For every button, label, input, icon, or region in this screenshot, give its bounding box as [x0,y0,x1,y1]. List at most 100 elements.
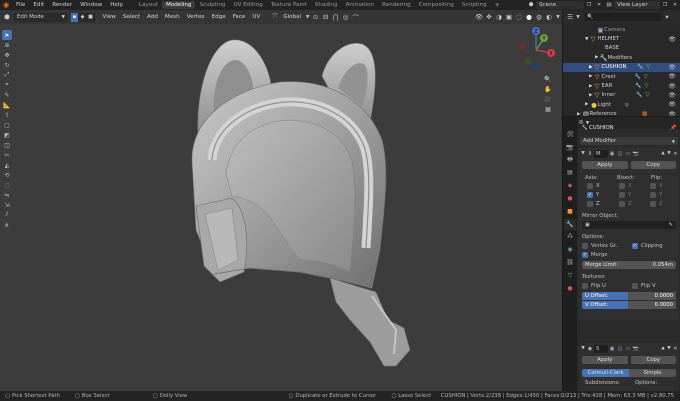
chevron-down-icon[interactable]: ▼ [585,37,588,42]
flip-y-checkbox[interactable] [650,192,656,198]
eye-icon[interactable]: 👁 [668,101,676,108]
menu-select[interactable]: Select [119,14,143,20]
inset-tool-icon[interactable]: ▢ [2,120,12,130]
camera-view-icon[interactable]: 🎥 [543,94,553,104]
eye-icon[interactable]: 👁 [668,92,676,99]
magnet-icon[interactable]: ⋂ [331,12,341,22]
shading-material-icon[interactable]: ◍ [534,12,544,22]
mirror-name-field[interactable]: M [594,149,608,158]
outliner-row-helmet[interactable]: ▼ ▽ HELMET 👁 [563,34,680,43]
view-layer-selector[interactable]: View Layer [614,1,660,9]
menu-view[interactable]: View [99,14,119,20]
subsurf-apply-button[interactable]: Apply [582,356,628,364]
xray-icon[interactable]: ▣ [504,12,514,22]
chevron-right-icon[interactable]: ▶ [589,84,592,89]
menu-mesh[interactable]: Mesh [161,14,183,20]
viewport-toggle-icon[interactable]: ▭ [624,344,632,354]
zoom-icon[interactable]: 🔍 [543,74,553,84]
grid-icon[interactable]: ▦ [543,104,553,114]
menu-vertex[interactable]: Vertex [183,14,208,20]
move-tool-icon[interactable]: ✥ [2,50,12,60]
outliner-row-inner[interactable]: ▶ ▽ Inner 🔧 ▽ 👁 [563,91,680,100]
axis-z-checkbox[interactable] [587,201,593,207]
bisect-z-checkbox[interactable] [619,201,625,207]
pivot-point-icon[interactable]: ⊙ [311,12,321,22]
tab-layout[interactable]: Layout [135,1,162,9]
scale-tool-icon[interactable]: ⤢ [2,70,12,80]
flip-z-checkbox[interactable] [650,201,656,207]
view-layer-tab-icon[interactable]: ▤ [564,167,576,178]
select-tool-icon[interactable]: ➤ [2,30,12,40]
chevron-right-icon[interactable]: ▶ [589,93,592,98]
falloff-icon[interactable]: ⌒ [351,12,361,22]
chevron-right-icon[interactable]: ▶ [589,74,592,79]
tool-tab-icon[interactable]: 🛠 [564,129,576,140]
flip-x-checkbox[interactable] [650,183,656,189]
eyedropper-icon[interactable]: ✎ [669,222,673,228]
eye-icon[interactable]: 👁 [668,36,676,43]
tab-rendering[interactable]: Rendering [378,1,415,9]
helmet-model[interactable] [0,10,562,391]
delete-view-layer-icon[interactable]: ✕ [670,0,680,10]
rip-tool-icon[interactable]: ⋔ [2,220,12,230]
proportional-edit-icon[interactable]: ◎ [341,12,351,22]
merge-limit-field[interactable]: Merge Limit: 0.054m [582,261,676,269]
gizmo-toggle-icon[interactable]: ✥ [484,12,494,22]
outliner-editor-icon[interactable]: ☰ [565,12,575,22]
outliner-row-modifiers[interactable]: ▶ 🔧 Modifiers [563,53,680,62]
vertex-select-icon[interactable]: ▪ [71,12,79,22]
clipping-checkbox[interactable]: ✓ [632,243,638,249]
outliner-row-cushion[interactable]: ▶ ▽ CUSHION 🔧 ▽ 👁 [563,62,680,72]
edge-slide-tool-icon[interactable]: ⇋ [2,190,12,200]
chevron-right-icon[interactable]: ▶ [595,55,598,60]
chevron-down-icon[interactable]: ▼ [554,12,562,22]
filter-icon[interactable]: ▾ [662,12,672,22]
cage-toggle-icon[interactable]: ◫ [616,344,624,354]
bisect-x-checkbox[interactable] [619,183,625,189]
tab-modeling[interactable]: Modeling [161,1,196,9]
new-scene-icon[interactable]: ❐ [584,0,594,10]
close-icon[interactable]: ✕ [672,149,679,159]
visibility-icon[interactable]: 👁 [474,12,484,22]
knife-tool-icon[interactable]: ✂ [2,150,12,160]
loop-cut-tool-icon[interactable]: ◫ [2,140,12,150]
tab-uv-editing[interactable]: UV Editing [230,1,267,9]
axis-y-checkbox[interactable]: ✓ [587,192,593,198]
simple-button[interactable]: Simple [629,369,676,377]
shading-solid-icon[interactable]: ● [524,12,534,22]
outliner-row-base[interactable]: BASE [563,44,680,53]
shading-rendered-icon[interactable]: ◐ [544,12,554,22]
scene-tab-icon[interactable]: ◆ [564,180,576,191]
catmull-clark-button[interactable]: Catmull-Clark [582,369,629,377]
tab-texture-paint[interactable]: Texture Paint [267,1,311,9]
add-modifier-button[interactable]: Add Modifier ▼ [580,137,678,145]
world-tab-icon[interactable]: ● [564,193,576,204]
outliner-row-light[interactable]: ▶ ● Light ◎ 👁 [563,100,680,109]
tab-shading[interactable]: Shading [311,1,342,9]
edit-mode-toggle-icon[interactable]: ▣ [608,149,616,159]
add-workspace-button[interactable]: + [491,2,504,9]
modifier-tab-icon[interactable]: 🔧 [564,218,576,230]
edge-select-icon[interactable]: ◆ [79,12,87,22]
annotate-tool-icon[interactable]: ✎ [2,90,12,100]
menu-edit[interactable]: Edit [29,2,48,8]
pan-hand-icon[interactable]: ✋ [543,84,553,94]
chevron-right-icon[interactable]: ▶ [589,65,592,70]
render-toggle-icon[interactable]: 📷 [632,149,640,159]
eye-icon[interactable]: 👁 [668,64,676,71]
menu-file[interactable]: File [12,2,29,8]
render-toggle-icon[interactable]: 📷 [632,344,640,354]
mirror-object-field[interactable]: ▣ ✎ [582,221,676,229]
editor-type-icon[interactable]: ⬢ [2,12,12,22]
transform-tool-icon[interactable]: ⌖ [2,80,12,90]
shading-wireframe-icon[interactable]: ◌ [514,12,524,22]
extrude-tool-icon[interactable]: ⇧ [2,110,12,120]
mode-selector[interactable]: Edit Mode ▼ [14,12,68,22]
poly-build-tool-icon[interactable]: ◭ [2,160,12,170]
outliner-row-ear[interactable]: ▶ ▽ EAR 🔧 ▽ 👁 [563,81,680,90]
eye-icon[interactable]: 👁 [668,73,676,80]
cage-toggle-icon[interactable]: ◫ [616,149,624,159]
navigation-gizmo[interactable]: X Y Z [514,26,558,70]
smooth-tool-icon[interactable]: ◌ [2,180,12,190]
new-view-layer-icon[interactable]: ❐ [660,0,670,10]
